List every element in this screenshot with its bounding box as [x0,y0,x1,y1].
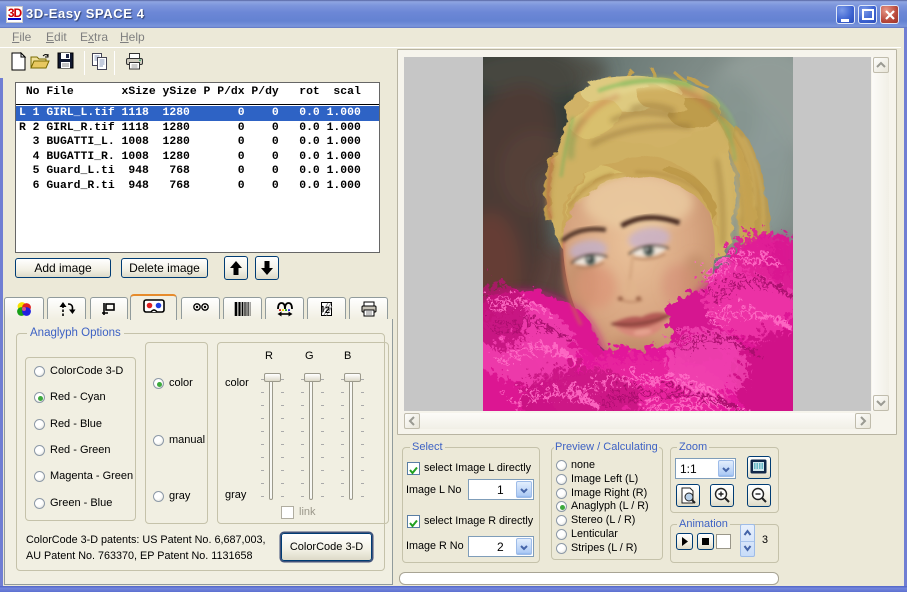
svg-text:2: 2 [325,305,330,315]
